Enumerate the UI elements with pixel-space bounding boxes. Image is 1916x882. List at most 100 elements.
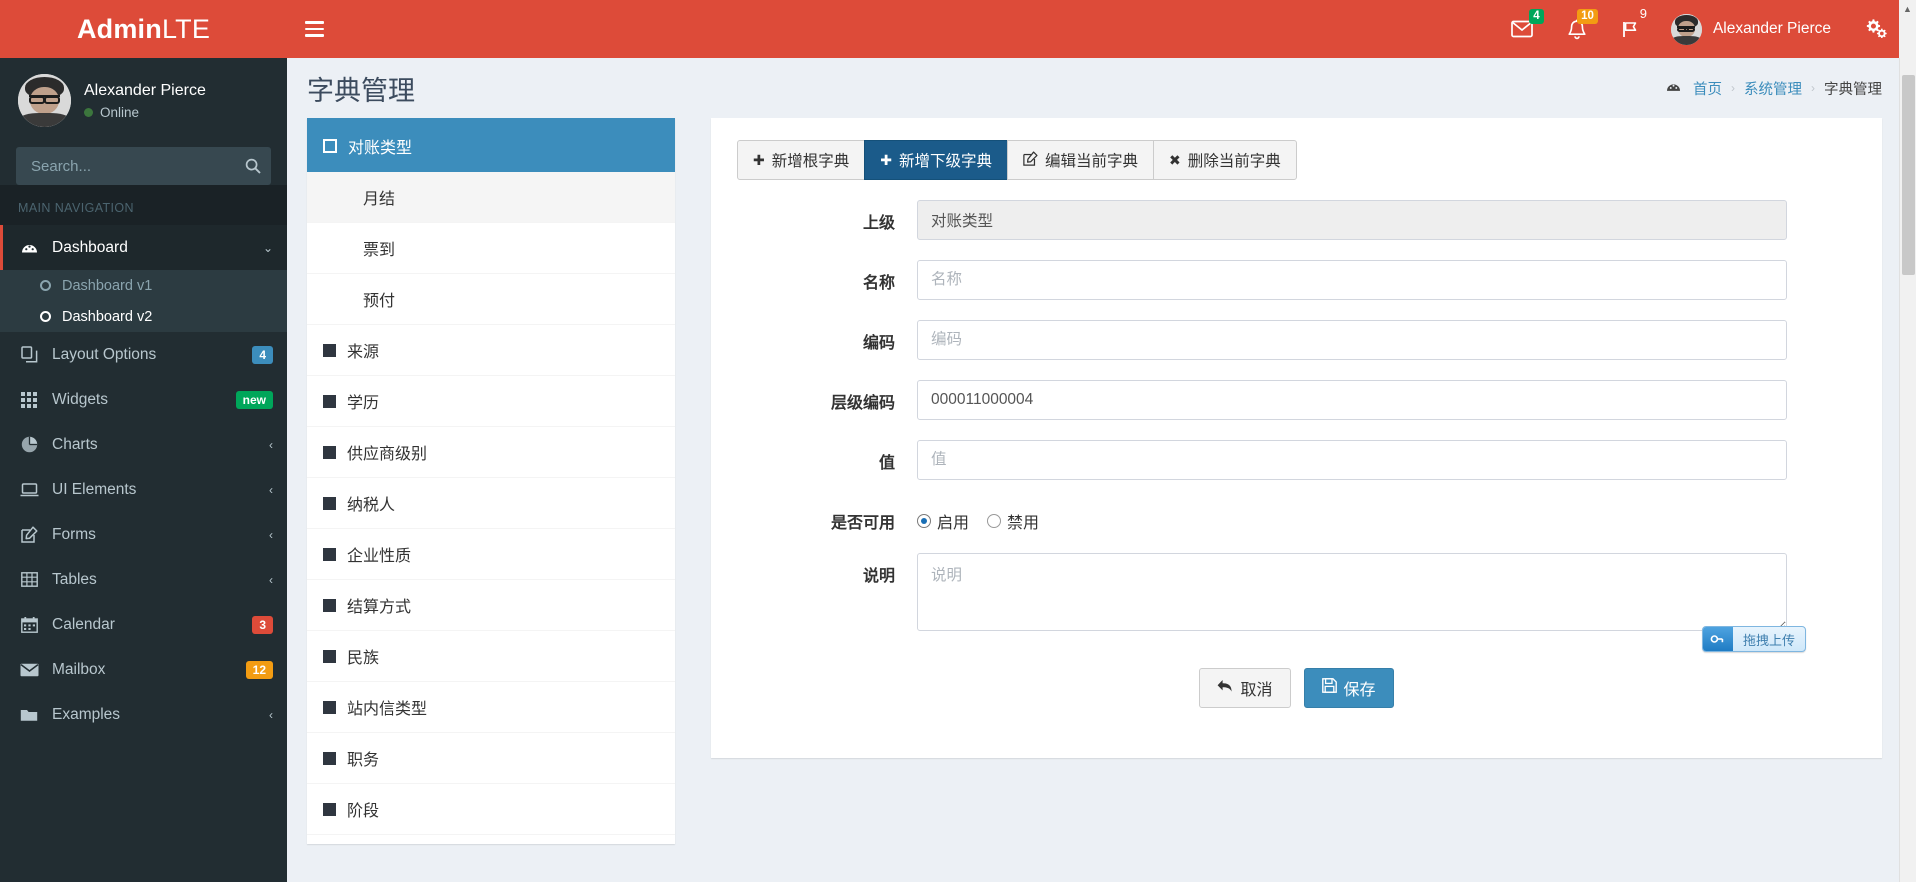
- form-row-enabled: 是否可用 启用 禁用: [737, 500, 1856, 533]
- content-body: 对账类型 月结 票到 预付 来源 学历 供应商级别 纳税人 企业性质 结算方式 …: [287, 118, 1908, 844]
- scroll-up-arrow-icon[interactable]: ▲: [1899, 4, 1916, 14]
- logo-bold-text: Admin: [76, 13, 162, 44]
- cancel-button[interactable]: 取消: [1199, 668, 1291, 708]
- sidebar-item-examples[interactable]: Examples ‹: [0, 692, 287, 737]
- tree-item[interactable]: 票到: [307, 223, 675, 274]
- edit-icon: [1023, 151, 1038, 169]
- sidebar-item-mailbox[interactable]: Mailbox 12: [0, 647, 287, 692]
- envelope-icon: [18, 663, 40, 677]
- dictionary-form-panel: ✚ 新增根字典 ✚ 新增下级字典 编辑当前字典 ✖ 删除当前字典 上级 对账类型…: [711, 118, 1882, 758]
- sidebar-item-charts[interactable]: Charts ‹: [0, 422, 287, 467]
- table-icon: [18, 572, 40, 587]
- delete-dictionary-button[interactable]: ✖ 删除当前字典: [1153, 140, 1297, 180]
- search-button[interactable]: [235, 147, 271, 185]
- page-title: 字典管理: [307, 75, 415, 106]
- tree-item[interactable]: 来源: [307, 325, 675, 376]
- drag-upload-button[interactable]: 拖拽上传: [1701, 626, 1806, 652]
- form-row-parent: 上级: [737, 200, 1856, 240]
- logo-normal-text: LTE: [161, 13, 211, 44]
- description-field[interactable]: [917, 553, 1787, 631]
- tree-item[interactable]: 企业性质: [307, 529, 675, 580]
- link-icon: [1702, 627, 1733, 651]
- sidebar-item-badge: 4: [252, 345, 273, 364]
- tasks-menu-button[interactable]: 9: [1604, 0, 1659, 58]
- sidebar-item-widgets[interactable]: Widgets new: [0, 377, 287, 422]
- tree-item[interactable]: 供应商级别: [307, 427, 675, 478]
- top-navbar: Admin LTE 4 10 9 Alexander Pierce: [0, 0, 1916, 58]
- tree-item[interactable]: 月结: [307, 172, 675, 223]
- save-button[interactable]: 保存: [1303, 668, 1394, 708]
- tree-item[interactable]: 职位: [307, 835, 675, 844]
- search-input[interactable]: [16, 147, 271, 185]
- user-menu-button[interactable]: Alexander Pierce: [1659, 0, 1847, 58]
- code-field[interactable]: [917, 320, 1787, 360]
- button-label: 新增下级字典: [898, 153, 992, 170]
- tree-item[interactable]: 站内信类型: [307, 682, 675, 733]
- sidebar-avatar: [18, 74, 71, 127]
- tree-item[interactable]: 纳税人: [307, 478, 675, 529]
- tree-item-label: 阶段: [347, 803, 380, 820]
- sidebar-item-forms[interactable]: Forms ‹: [0, 512, 287, 557]
- sidebar-subitem-dashboard-v1[interactable]: Dashboard v1: [0, 270, 287, 301]
- breadcrumb-item-home[interactable]: 首页: [1693, 78, 1722, 99]
- tree-item-label: 票到: [363, 242, 396, 259]
- tree-item[interactable]: 对账类型: [307, 121, 675, 172]
- notifications-badge: 10: [1577, 9, 1598, 25]
- tree-item-label: 纳税人: [347, 497, 396, 514]
- description-field-label: 说明: [862, 568, 895, 585]
- chevron-left-icon: ‹: [269, 707, 273, 722]
- enabled-radio-group: 启用 禁用: [917, 500, 1787, 533]
- name-field[interactable]: [917, 260, 1787, 300]
- breadcrumb-separator: ›: [1811, 81, 1815, 95]
- radio-disabled[interactable]: 禁用: [987, 509, 1039, 533]
- page-scrollbar[interactable]: [1899, 58, 1916, 882]
- sidebar-toggle-button[interactable]: [287, 0, 342, 58]
- filled-square-icon: [323, 649, 336, 663]
- app-logo[interactable]: Admin LTE: [0, 0, 287, 58]
- breadcrumb-item-system[interactable]: 系统管理: [1744, 78, 1802, 99]
- sidebar-subitem-label: Dashboard v1: [62, 277, 153, 294]
- radio-enabled[interactable]: 启用: [917, 509, 969, 533]
- scrollbar-thumb[interactable]: [1902, 75, 1915, 275]
- sidebar-item-ui-elements[interactable]: UI Elements ‹: [0, 467, 287, 512]
- tree-item[interactable]: 预付: [307, 274, 675, 325]
- edit-icon: [18, 526, 40, 543]
- control-sidebar-toggle-button[interactable]: [1847, 16, 1898, 43]
- sidebar-item-dashboard[interactable]: Dashboard ⌄: [0, 225, 287, 270]
- circle-o-icon: [40, 311, 51, 322]
- messages-menu-button[interactable]: 4: [1494, 0, 1550, 58]
- filled-square-icon: [323, 802, 336, 816]
- tree-item-label: 预付: [363, 293, 396, 310]
- navbar-user-name: Alexander Pierce: [1712, 20, 1831, 37]
- tree-item[interactable]: 阶段: [307, 784, 675, 835]
- plus-icon: ✚: [880, 151, 892, 168]
- open-square-icon: [323, 139, 337, 153]
- sidebar-item-label: Examples: [52, 705, 121, 723]
- chevron-down-icon: ⌄: [262, 240, 273, 255]
- button-label: 取消: [1240, 682, 1273, 699]
- sidebar-item-calendar[interactable]: Calendar 3: [0, 602, 287, 647]
- sidebar-user-panel[interactable]: Alexander Pierce Online: [0, 58, 287, 141]
- sidebar-item-label: Forms: [52, 525, 96, 543]
- tree-item[interactable]: 学历: [307, 376, 675, 427]
- main-content: 字典管理 首页 › 系统管理 › 字典管理 对账类型 月结 票到 预付 来源 学…: [287, 58, 1908, 882]
- sidebar-subitem-dashboard-v2[interactable]: Dashboard v2: [0, 301, 287, 332]
- form-row-code: 编码: [737, 320, 1856, 360]
- sidebar-item-layout-options[interactable]: Layout Options 4: [0, 332, 287, 377]
- content-header: 字典管理 首页 › 系统管理 › 字典管理: [287, 58, 1908, 118]
- edit-dictionary-button[interactable]: 编辑当前字典: [1007, 140, 1155, 180]
- sidebar-item-tables[interactable]: Tables ‹: [0, 557, 287, 602]
- save-icon: [1321, 678, 1337, 698]
- tree-item[interactable]: 结算方式: [307, 580, 675, 631]
- level-code-field-label: 层级编码: [830, 395, 895, 412]
- level-code-field[interactable]: [917, 380, 1787, 420]
- folder-icon: [18, 708, 40, 722]
- add-child-dictionary-button[interactable]: ✚ 新增下级字典: [864, 140, 1008, 180]
- notifications-menu-button[interactable]: 10: [1550, 0, 1604, 58]
- enabled-field-label: 是否可用: [830, 515, 895, 532]
- add-root-dictionary-button[interactable]: ✚ 新增根字典: [737, 140, 866, 180]
- tree-item[interactable]: 职务: [307, 733, 675, 784]
- search-icon: [245, 158, 261, 174]
- tree-item[interactable]: 民族: [307, 631, 675, 682]
- value-field[interactable]: [917, 440, 1787, 480]
